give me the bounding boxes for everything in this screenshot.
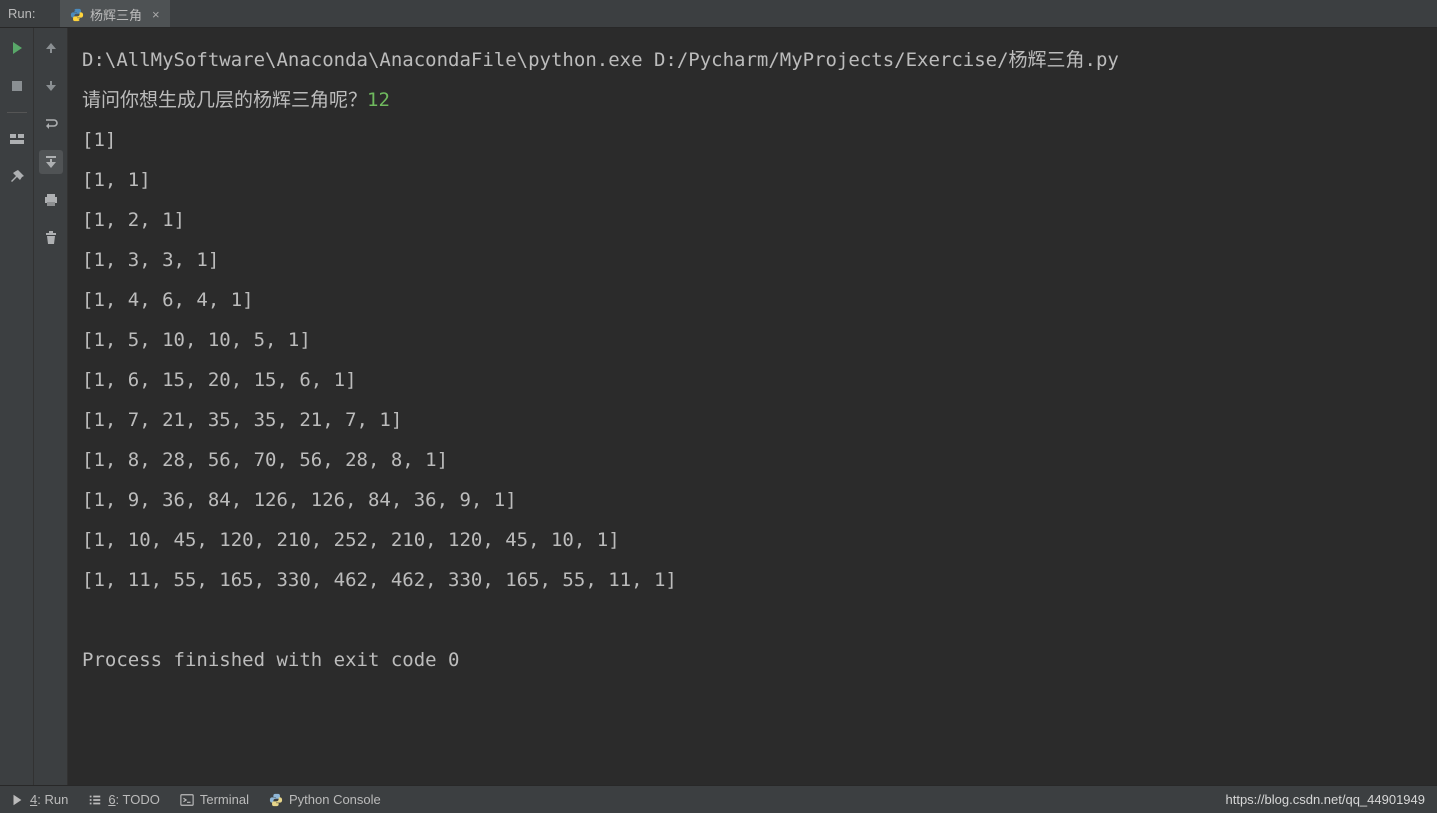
console-output-line: [1, 1]: [82, 160, 1423, 200]
layout-icon[interactable]: [5, 127, 29, 151]
console-output-line: [1, 7, 21, 35, 35, 21, 7, 1]: [82, 400, 1423, 440]
soft-wrap-icon[interactable]: [39, 112, 63, 136]
console-output-line: [1]: [82, 120, 1423, 160]
rerun-icon[interactable]: [5, 36, 29, 60]
print-icon[interactable]: [39, 188, 63, 212]
run-tab-label: 杨辉三角: [90, 5, 142, 24]
bottom-python-console-label: Python Console: [289, 792, 381, 807]
console-output[interactable]: D:\AllMySoftware\Anaconda\AnacondaFile\p…: [68, 28, 1437, 785]
arrow-up-icon[interactable]: [39, 36, 63, 60]
console-output-line: [1, 4, 6, 4, 1]: [82, 280, 1423, 320]
run-label: Run:: [0, 0, 60, 27]
pin-icon[interactable]: [5, 165, 29, 189]
bottom-terminal-button[interactable]: Terminal: [170, 786, 259, 813]
watermark-text: https://blog.csdn.net/qq_44901949: [1226, 792, 1437, 807]
console-output-line: [1, 10, 45, 120, 210, 252, 210, 120, 45,…: [82, 520, 1423, 560]
console-output-line: [1, 11, 55, 165, 330, 462, 462, 330, 165…: [82, 560, 1423, 600]
arrow-down-icon[interactable]: [39, 74, 63, 98]
console-output-line: [1, 3, 3, 1]: [82, 240, 1423, 280]
bottom-run-button[interactable]: 4: Run: [0, 786, 78, 813]
python-icon: [269, 793, 283, 807]
console-output-line: [1, 2, 1]: [82, 200, 1423, 240]
console-prompt-text: 请问你想生成几层的杨辉三角呢？: [82, 89, 367, 111]
python-file-icon: [70, 8, 84, 22]
console-output-line: [1, 9, 36, 84, 126, 126, 84, 36, 9, 1]: [82, 480, 1423, 520]
stop-icon[interactable]: [5, 74, 29, 98]
run-tool-window: D:\AllMySoftware\Anaconda\AnacondaFile\p…: [0, 28, 1437, 785]
console-prompt-line: 请问你想生成几层的杨辉三角呢？12: [82, 80, 1423, 120]
play-icon: [10, 793, 24, 807]
trash-icon[interactable]: [39, 226, 63, 250]
run-tab-active[interactable]: 杨辉三角 ×: [60, 0, 170, 27]
console-output-line: [1, 6, 15, 20, 15, 6, 1]: [82, 360, 1423, 400]
console-user-input: 12: [367, 89, 390, 111]
bottom-todo-button[interactable]: 6: TODO: [78, 786, 170, 813]
bottom-python-console-button[interactable]: Python Console: [259, 786, 391, 813]
bottom-terminal-label: Terminal: [200, 792, 249, 807]
terminal-icon: [180, 793, 194, 807]
close-tab-icon[interactable]: ×: [152, 7, 160, 22]
toolbar-separator: [7, 112, 27, 113]
run-toolbar-primary: [0, 28, 34, 785]
bottom-todo-label: 6: TODO: [108, 792, 160, 807]
bottom-run-label: 4: Run: [30, 792, 68, 807]
console-output-line: [1, 8, 28, 56, 70, 56, 28, 8, 1]: [82, 440, 1423, 480]
bottom-toolbar: 4: Run 6: TODO Terminal Python Console h…: [0, 785, 1437, 813]
run-toolbar-secondary: [34, 28, 68, 785]
console-output-line: [1, 5, 10, 10, 5, 1]: [82, 320, 1423, 360]
run-tab-strip: Run: 杨辉三角 ×: [0, 0, 1437, 28]
console-blank-line: [82, 600, 1423, 640]
scroll-to-end-icon[interactable]: [39, 150, 63, 174]
console-command-line: D:\AllMySoftware\Anaconda\AnacondaFile\p…: [82, 40, 1423, 80]
console-exit-line: Process finished with exit code 0: [82, 640, 1423, 680]
list-icon: [88, 793, 102, 807]
